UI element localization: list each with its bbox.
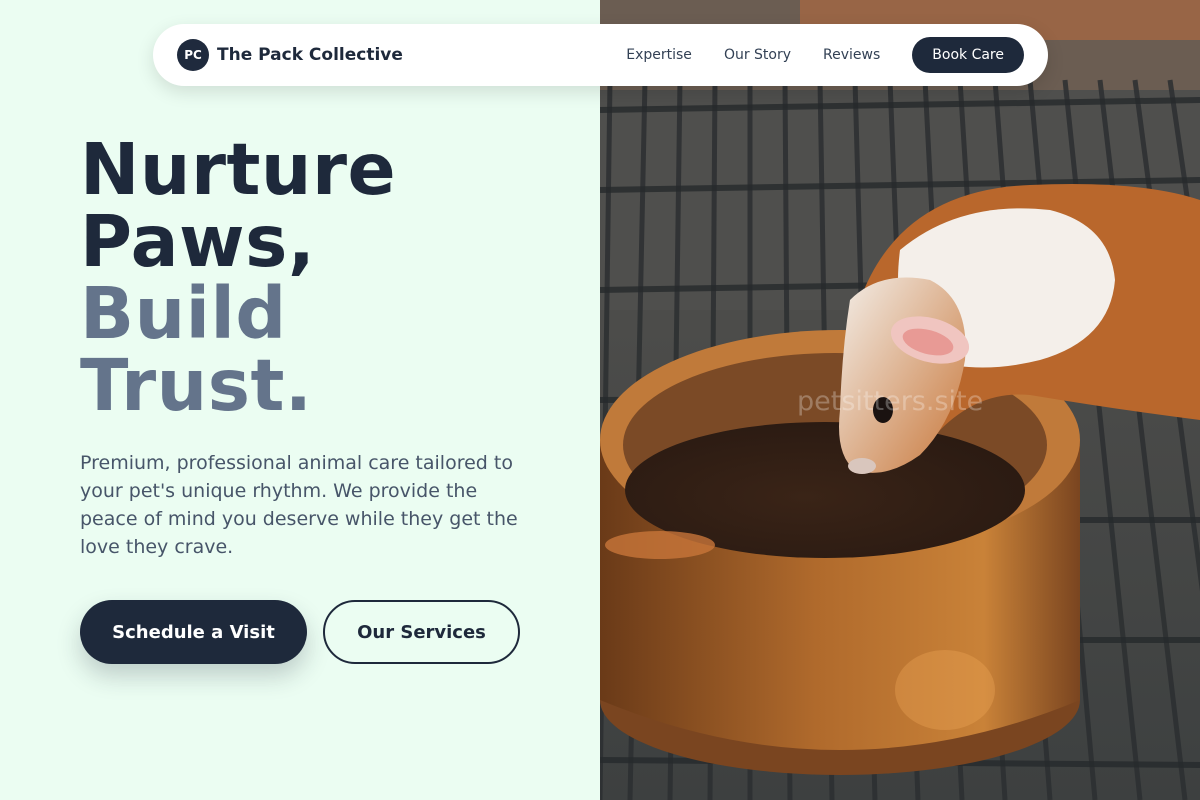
nav-link-reviews[interactable]: Reviews <box>823 47 880 63</box>
book-care-button[interactable]: Book Care <box>912 37 1024 73</box>
headline-line-3: Build <box>80 272 287 355</box>
watermark-text: petsitters.site <box>797 386 984 417</box>
headline-line-1: Nurture <box>80 128 397 211</box>
nav-link-our-story[interactable]: Our Story <box>724 47 791 63</box>
nav-links: Expertise Our Story Reviews Book Care <box>626 37 1024 73</box>
headline-line-2: Paws, <box>80 200 316 283</box>
brand-name[interactable]: The Pack Collective <box>217 45 403 65</box>
our-services-button[interactable]: Our Services <box>323 600 520 664</box>
top-navbar: PC The Pack Collective Expertise Our Sto… <box>153 24 1048 86</box>
hero-headline: Nurture Paws, Build Trust. <box>80 134 396 422</box>
schedule-visit-button[interactable]: Schedule a Visit <box>80 600 307 664</box>
nav-link-expertise[interactable]: Expertise <box>626 47 692 63</box>
brand-logo-badge[interactable]: PC <box>177 39 209 71</box>
headline-line-4: Trust. <box>80 344 313 427</box>
hero-subcopy: Premium, professional animal care tailor… <box>80 452 518 558</box>
